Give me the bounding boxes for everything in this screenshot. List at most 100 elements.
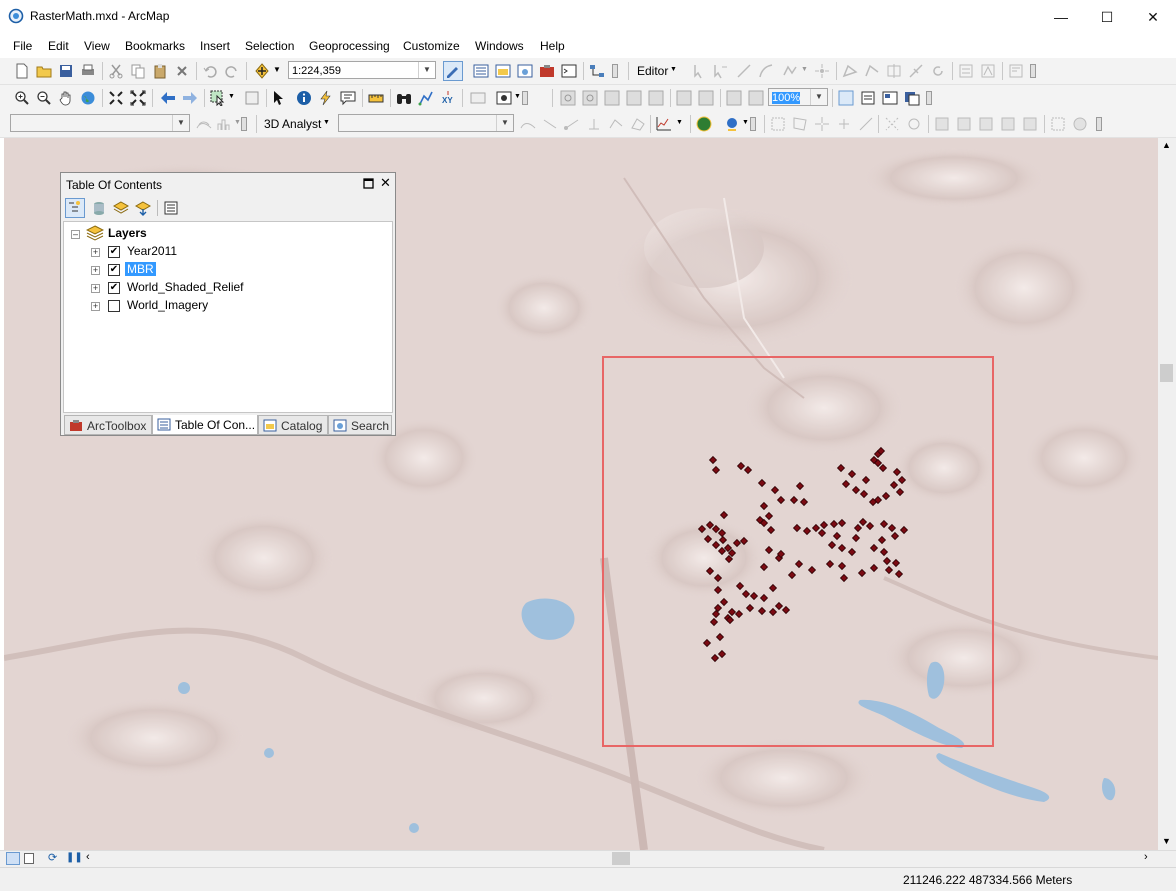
redo-icon[interactable] bbox=[224, 63, 240, 79]
go-back-extent-layout-icon[interactable] bbox=[726, 90, 742, 106]
straight-segment-icon[interactable] bbox=[736, 63, 752, 79]
save-icon[interactable] bbox=[58, 63, 74, 79]
copy-icon[interactable] bbox=[130, 63, 146, 79]
menu-file[interactable]: File bbox=[13, 39, 32, 53]
contour-tool-icon[interactable] bbox=[196, 116, 212, 132]
layer-name[interactable]: Year2011 bbox=[127, 244, 177, 258]
toggle-draft-mode-icon[interactable] bbox=[838, 90, 854, 106]
python-window-icon[interactable] bbox=[561, 63, 577, 79]
end-point-arc-icon[interactable] bbox=[758, 63, 774, 79]
open-folder-icon[interactable] bbox=[36, 63, 52, 79]
fixed-zoom-out-layout-icon[interactable] bbox=[698, 90, 714, 106]
sketch-properties-icon[interactable] bbox=[980, 63, 996, 79]
fixed-zoom-in-layout-icon[interactable] bbox=[676, 90, 692, 106]
menu-edit[interactable]: Edit bbox=[48, 39, 69, 53]
measure-icon[interactable] bbox=[368, 90, 384, 106]
tab-search[interactable]: Search bbox=[328, 415, 392, 435]
delete-icon[interactable] bbox=[174, 63, 190, 79]
toc-options-icon[interactable] bbox=[163, 200, 179, 216]
select-elements-icon[interactable] bbox=[270, 90, 286, 106]
menu-help[interactable]: Help bbox=[540, 39, 565, 53]
toolbar-grip[interactable] bbox=[1096, 117, 1102, 131]
find-route-icon[interactable] bbox=[418, 90, 434, 106]
select-dropdown-icon[interactable]: ▼ bbox=[228, 93, 235, 100]
layout-zoom-in-icon[interactable] bbox=[560, 90, 576, 106]
editing-tool-b-icon[interactable] bbox=[956, 116, 972, 132]
tab-arctoolbox[interactable]: ArcToolbox bbox=[64, 415, 152, 435]
layer-name[interactable]: MBR bbox=[125, 262, 156, 276]
layer-name[interactable]: World_Imagery bbox=[127, 298, 208, 312]
layer-visibility-checkbox[interactable]: ✔ bbox=[108, 246, 120, 258]
toolbar-grip[interactable] bbox=[750, 117, 756, 131]
layout-zoom-combo[interactable]: 100% ▼ bbox=[768, 88, 828, 106]
editing-tool-g-icon[interactable] bbox=[1072, 116, 1088, 132]
cut-icon[interactable] bbox=[108, 63, 124, 79]
horizontal-scroll-thumb[interactable] bbox=[612, 852, 630, 865]
histogram-icon[interactable] bbox=[216, 116, 232, 132]
find-binoculars-icon[interactable] bbox=[396, 90, 412, 106]
fixed-zoom-in-icon[interactable] bbox=[108, 90, 124, 106]
menu-insert[interactable]: Insert bbox=[200, 39, 230, 53]
pan-hand-icon[interactable] bbox=[58, 90, 74, 106]
forward-extent-icon[interactable] bbox=[182, 90, 198, 106]
scroll-right-icon[interactable]: › bbox=[1144, 851, 1148, 863]
clear-selection-icon[interactable] bbox=[244, 90, 260, 106]
toolbar-grip[interactable] bbox=[1030, 64, 1036, 78]
layout-view-icon[interactable] bbox=[24, 853, 34, 864]
expand-icon[interactable]: + bbox=[91, 284, 100, 293]
toolbar-grip[interactable] bbox=[612, 64, 618, 78]
zoom-whole-page-icon[interactable] bbox=[626, 90, 642, 106]
menu-customize[interactable]: Customize bbox=[403, 39, 460, 53]
viewer-dropdown-icon[interactable]: ▼ bbox=[514, 93, 521, 100]
zoom-out-icon[interactable] bbox=[36, 90, 52, 106]
editing-tool-d-icon[interactable] bbox=[1000, 116, 1016, 132]
attributes-icon[interactable] bbox=[958, 63, 974, 79]
toolbar-grip[interactable] bbox=[522, 91, 528, 105]
editing-tool-a-icon[interactable] bbox=[934, 116, 950, 132]
menu-selection[interactable]: Selection bbox=[245, 39, 294, 53]
editor-dropdown-icon[interactable]: ▼ bbox=[670, 66, 677, 73]
3d-analyst-menu[interactable]: 3D Analyst bbox=[264, 117, 321, 131]
scroll-left-icon[interactable]: ‹ bbox=[86, 851, 90, 863]
close-icon[interactable]: ✕ bbox=[380, 175, 391, 191]
layer-visibility-checkbox[interactable]: ✔ bbox=[108, 264, 120, 276]
search-window-icon[interactable] bbox=[517, 63, 533, 79]
expand-icon[interactable]: + bbox=[91, 266, 100, 275]
go-forward-extent-layout-icon[interactable] bbox=[748, 90, 764, 106]
new-document-icon[interactable] bbox=[14, 63, 30, 79]
expand-icon[interactable]: + bbox=[91, 302, 100, 311]
georef-rect-icon[interactable] bbox=[770, 116, 786, 132]
construction-dropdown-icon[interactable]: ▼ bbox=[801, 66, 808, 73]
print-icon[interactable] bbox=[80, 63, 96, 79]
change-layout-icon[interactable] bbox=[882, 90, 898, 106]
modelbuilder-icon[interactable] bbox=[589, 63, 605, 79]
editing-tool-e-icon[interactable] bbox=[1022, 116, 1038, 132]
restore-window-icon[interactable] bbox=[363, 178, 374, 189]
point-tool-icon[interactable] bbox=[814, 63, 830, 79]
create-features-icon[interactable] bbox=[1008, 63, 1024, 79]
focus-data-frame-icon[interactable] bbox=[860, 90, 876, 106]
edit-vertices-icon[interactable] bbox=[842, 63, 858, 79]
identify-icon[interactable] bbox=[296, 90, 312, 106]
list-by-drawing-order-icon[interactable] bbox=[65, 198, 85, 218]
toolbar-grip[interactable] bbox=[926, 91, 932, 105]
reshape-feature-icon[interactable] bbox=[864, 63, 880, 79]
back-extent-icon[interactable] bbox=[160, 90, 176, 106]
layer-name[interactable]: World_Shaded_Relief bbox=[127, 280, 244, 294]
table-of-contents-icon[interactable] bbox=[473, 63, 489, 79]
data-driven-pages-icon[interactable] bbox=[904, 90, 920, 106]
create-viewer-window-icon[interactable] bbox=[496, 90, 512, 106]
profile-dropdown-icon[interactable]: ▼ bbox=[676, 119, 683, 126]
editing-tool-c-icon[interactable] bbox=[978, 116, 994, 132]
pause-drawing-icon[interactable]: ❚❚ bbox=[66, 852, 83, 863]
zoom-to-100-icon[interactable] bbox=[648, 90, 664, 106]
collapse-layers-icon[interactable]: – bbox=[71, 230, 80, 239]
select-features-icon[interactable] bbox=[210, 90, 226, 106]
select-link-icon[interactable] bbox=[836, 116, 852, 132]
interpolate-point-icon[interactable] bbox=[586, 116, 602, 132]
map-scale-combo[interactable]: 1:224,359 ▼ bbox=[288, 61, 436, 79]
vertical-scroll-thumb[interactable] bbox=[1160, 364, 1173, 382]
layer-visibility-checkbox[interactable] bbox=[108, 300, 120, 312]
scroll-down-icon[interactable]: ▼ bbox=[1162, 836, 1171, 846]
add-control-points-icon[interactable] bbox=[814, 116, 830, 132]
